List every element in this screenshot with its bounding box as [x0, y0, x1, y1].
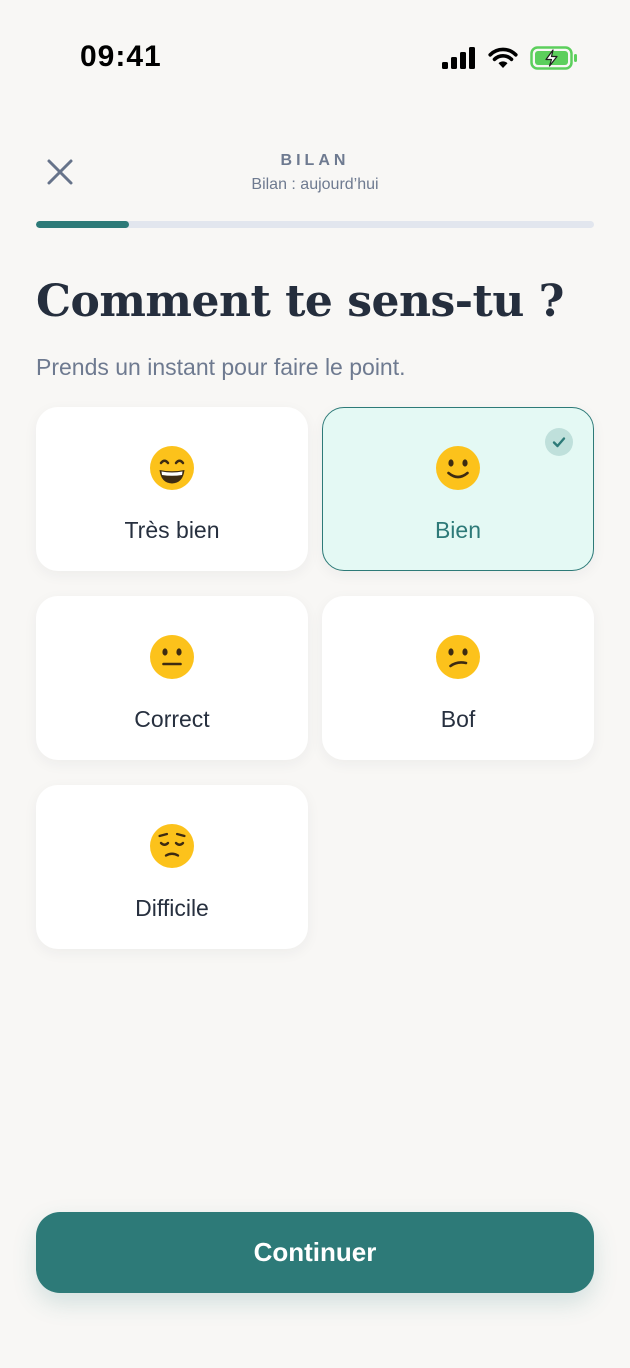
grinning-face-icon: [148, 408, 196, 497]
option-label: Correct: [134, 706, 210, 732]
header-kicker: BILAN: [280, 152, 350, 169]
progress-fill: [36, 221, 130, 228]
battery-charging-icon: [530, 46, 578, 70]
option-label: Très bien: [124, 517, 220, 543]
pensive-face-icon: [148, 786, 196, 875]
option-correct[interactable]: Correct: [36, 596, 308, 760]
cellular-signal-icon: [442, 47, 476, 69]
page-title: Comment te sens-tu ?: [36, 276, 564, 327]
wifi-icon: [488, 47, 518, 69]
option-bof[interactable]: Bof: [322, 596, 594, 760]
option-label: Difficile: [135, 895, 209, 921]
mood-options: Très bien Bien Correct Bof Difficile: [36, 407, 594, 949]
confused-face-icon: [434, 597, 482, 686]
option-tres-bien[interactable]: Très bien: [36, 407, 308, 571]
option-difficile[interactable]: Difficile: [36, 785, 308, 949]
continue-button[interactable]: Continuer: [36, 1212, 594, 1293]
neutral-face-icon: [148, 597, 196, 686]
option-label: Bof: [440, 706, 476, 732]
progress-bar: [36, 221, 594, 228]
status-time: 09:41: [80, 40, 162, 73]
page-subtitle: Prends un instant pour faire le point.: [36, 354, 406, 380]
checkmark-icon: [545, 428, 573, 456]
option-bien[interactable]: Bien: [322, 407, 594, 571]
status-icons: [442, 44, 578, 72]
checkin-screen: 09:41 BILAN Bilan: aujourd’hui Comment …: [0, 0, 630, 1368]
status-bar: 09:41: [0, 0, 630, 110]
header: BILAN Bilan : aujourd’hui: [0, 152, 630, 194]
slightly-smiling-face-icon: [434, 408, 482, 497]
header-subtitle: Bilan : aujourd’hui: [251, 176, 379, 193]
option-label: Bien: [434, 517, 482, 543]
